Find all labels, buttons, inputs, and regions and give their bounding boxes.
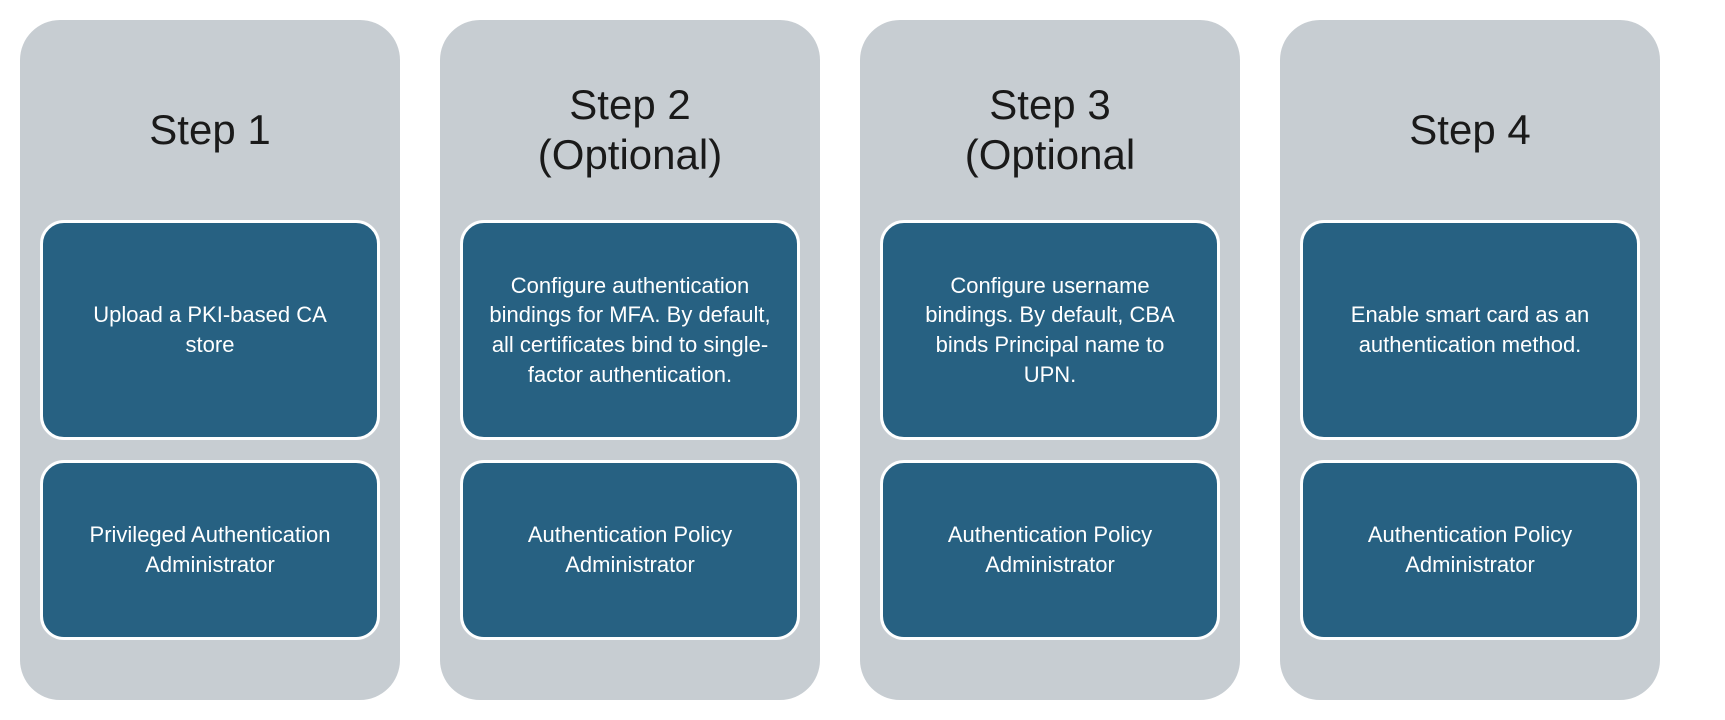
step-1-card: Step 1 Upload a PKI-based CA store Privi… (20, 20, 400, 700)
step-3-title: Step 3 (Optional (880, 40, 1220, 220)
step-1-description: Upload a PKI-based CA store (40, 220, 380, 440)
step-4-description: Enable smart card as an authentication m… (1300, 220, 1640, 440)
step-2-title: Step 2 (Optional) (460, 40, 800, 220)
step-3-card: Step 3 (Optional Configure username bind… (860, 20, 1240, 700)
step-2-description: Configure authentication bindings for MF… (460, 220, 800, 440)
step-4-title: Step 4 (1300, 40, 1640, 220)
step-4-card: Step 4 Enable smart card as an authentic… (1280, 20, 1660, 700)
step-3-role: Authentication Policy Administrator (880, 460, 1220, 640)
step-2-role: Authentication Policy Administrator (460, 460, 800, 640)
step-2-card: Step 2 (Optional) Configure authenticati… (440, 20, 820, 700)
steps-diagram: Step 1 Upload a PKI-based CA store Privi… (20, 20, 1705, 700)
step-1-title: Step 1 (40, 40, 380, 220)
step-4-role: Authentication Policy Administrator (1300, 460, 1640, 640)
step-3-description: Configure username bindings. By default,… (880, 220, 1220, 440)
step-1-role: Privileged Authentication Administrator (40, 460, 380, 640)
